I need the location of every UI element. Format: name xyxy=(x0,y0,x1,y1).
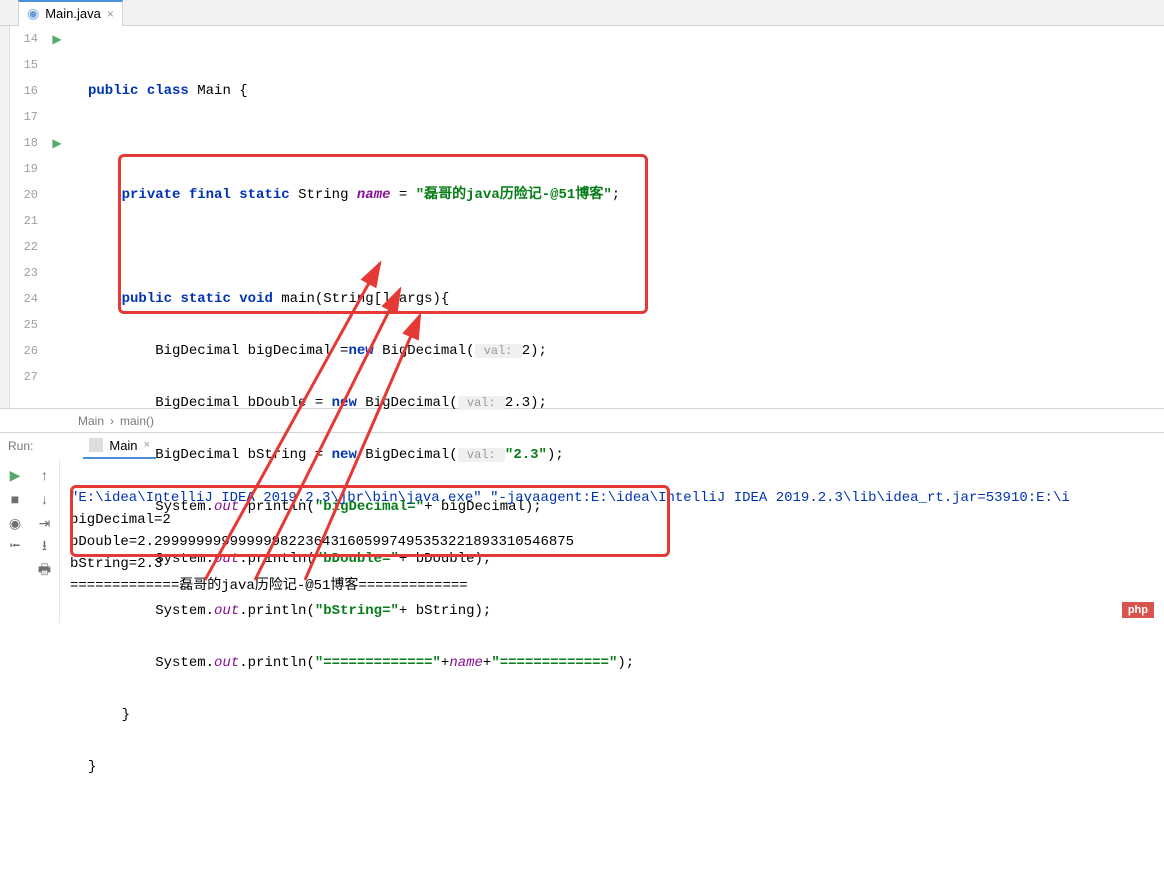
run-toolbar-right: ↑ ↓ ⇥ ⭳ 🖶 xyxy=(30,459,60,623)
console-line: bString=2.3 xyxy=(70,556,162,572)
line-number: 15 xyxy=(10,52,38,78)
line-number: 16 xyxy=(10,78,38,104)
line-number: 18 xyxy=(10,130,38,156)
line-number-gutter: 14 15 16 17 18 19 20 21 22 23 24 25 26 2… xyxy=(10,26,46,408)
wrap-icon[interactable]: ⇥ xyxy=(37,515,53,531)
camera-icon[interactable]: ◉ xyxy=(7,515,23,531)
print-icon[interactable]: 🖶 xyxy=(37,563,53,579)
current-line-highlight xyxy=(68,208,1164,234)
editor-tab-main[interactable]: ◉ Main.java × xyxy=(18,0,123,26)
console-output[interactable]: "E:\idea\IntelliJ IDEA 2019.2.3\jbr\bin\… xyxy=(60,459,1164,623)
tab-filename: Main.java xyxy=(45,6,101,21)
left-strip xyxy=(0,26,10,408)
line-number: 19 xyxy=(10,156,38,182)
code-editor[interactable]: 14 15 16 17 18 19 20 21 22 23 24 25 26 2… xyxy=(0,26,1164,408)
line-number: 23 xyxy=(10,260,38,286)
scroll-icon[interactable]: ⭳ xyxy=(37,539,53,555)
watermark-badge: php xyxy=(1122,602,1154,618)
line-number: 21 xyxy=(10,208,38,234)
stop-icon[interactable]: ■ xyxy=(7,491,23,507)
run-gutter-icon[interactable]: ▶ xyxy=(46,26,68,52)
line-number: 27 xyxy=(10,364,38,390)
editor-tab-bar: ◉ Main.java × xyxy=(0,0,1164,26)
rerun-icon[interactable]: ▶ xyxy=(7,467,23,483)
exit-icon[interactable]: ⭰ xyxy=(7,539,23,555)
line-number: 22 xyxy=(10,234,38,260)
run-gutter-icon[interactable]: ▶ xyxy=(46,130,68,156)
line-number: 14 xyxy=(10,26,38,52)
close-icon[interactable]: × xyxy=(107,7,114,21)
run-label: Run: xyxy=(8,439,33,453)
console-line: bigDecimal=2 xyxy=(70,512,171,528)
down-icon[interactable]: ↓ xyxy=(37,491,53,507)
line-number: 26 xyxy=(10,338,38,364)
line-number: 24 xyxy=(10,286,38,312)
code-content[interactable]: public class Main { private final static… xyxy=(68,26,1164,408)
java-file-icon: ◉ xyxy=(27,5,39,22)
up-icon[interactable]: ↑ xyxy=(37,467,53,483)
line-number: 17 xyxy=(10,104,38,130)
console-line: =============磊哥的java历险记-@51博客===========… xyxy=(70,578,468,594)
gutter-icons: ▶ ▶ xyxy=(46,26,68,408)
console-line: bDouble=2.299999999999999822364316059974… xyxy=(70,534,574,550)
console-line: "E:\idea\IntelliJ IDEA 2019.2.3\jbr\bin\… xyxy=(70,490,1070,506)
run-tool-window: Run: Main × ▶ ■ ◉ ⭰ ↑ ↓ ⇥ ⭳ 🖶 "E:\idea\I… xyxy=(0,432,1164,623)
line-number: 20 xyxy=(10,182,38,208)
run-toolbar-left: ▶ ■ ◉ ⭰ xyxy=(0,459,30,623)
line-number: 25 xyxy=(10,312,38,338)
